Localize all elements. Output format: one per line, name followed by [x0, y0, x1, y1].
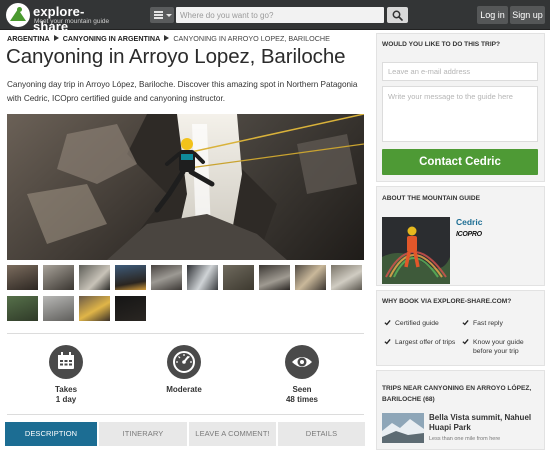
eye-icon — [285, 345, 319, 379]
breadcrumb-link-argentina[interactable]: ARGENTINA — [7, 34, 50, 43]
check-icon — [462, 338, 469, 345]
why-item-largest-offer: Largest offer of trips — [384, 338, 464, 347]
why-item-know-guide: Know your guide before your trip — [462, 338, 542, 356]
tab-itinerary[interactable]: ITINERARY — [99, 422, 187, 446]
nearby-trip-photo[interactable] — [382, 413, 424, 443]
why-item-label: Largest offer of trips — [395, 339, 456, 346]
nearby-trip-distance: Less than one mile from here — [429, 436, 501, 442]
calendar-icon — [49, 345, 83, 379]
duration-label: Takes — [54, 385, 78, 394]
section-divider — [7, 414, 364, 415]
logo-tagline: Meet your mountain guide — [34, 18, 110, 25]
guide-heading: ABOUT THE MOUNTAIN GUIDE — [382, 195, 481, 202]
hamburger-icon — [154, 17, 163, 19]
section-divider — [7, 333, 364, 334]
why-item-certified-guide: Certified guide — [384, 319, 454, 328]
breadcrumb: ARGENTINA CANYONING IN ARGENTINA CANYONING… — [7, 34, 330, 43]
guide-name[interactable]: Cedric — [456, 217, 482, 227]
breadcrumb-link-canyoning-argentina[interactable]: CANYONING IN ARGENTINA — [63, 34, 161, 43]
contact-guide-button[interactable]: Contact Cedric — [382, 149, 538, 175]
guide-photo[interactable] — [382, 217, 450, 284]
tab-description[interactable]: DESCRIPTION — [5, 422, 97, 446]
duration-value: 1 day — [55, 395, 77, 404]
hero-image — [7, 114, 364, 260]
contact-heading: WOULD YOU LIKE TO DO THIS TRIP? — [382, 41, 501, 48]
difficulty-stat: Moderate — [144, 345, 224, 405]
breadcrumb-arrow-icon — [164, 35, 170, 41]
why-book-panel: WHY BOOK VIA EXPLORE-SHARE.COM? Certifie… — [376, 290, 545, 366]
check-icon — [384, 338, 391, 345]
thumbnail[interactable] — [79, 296, 110, 321]
hero-photo[interactable] — [7, 114, 364, 260]
thumbnail[interactable] — [115, 265, 146, 290]
thumbnail[interactable] — [259, 265, 290, 290]
gauge-icon — [167, 345, 201, 379]
icopro-badge: ICOPRO — [456, 231, 482, 238]
nearby-trips-panel: TRIPS NEAR CANYONING EN ARROYO LÓPEZ, BA… — [376, 370, 545, 450]
why-item-fast-reply: Fast reply — [462, 319, 542, 328]
thumbnail[interactable] — [295, 265, 326, 290]
why-book-heading: WHY BOOK VIA EXPLORE-SHARE.COM? — [382, 298, 512, 305]
page-title: Canyoning in Arroyo Lopez, Bariloche — [6, 45, 346, 68]
nearby-trip-name[interactable]: Bella Vista summit, Nahuel Huapi Park — [429, 413, 541, 433]
difficulty-value: Moderate — [166, 385, 202, 394]
search-button[interactable] — [387, 7, 408, 23]
thumbnail[interactable] — [151, 265, 182, 290]
views-label: Seen — [292, 385, 312, 394]
caret-down-icon — [166, 14, 172, 17]
breadcrumb-arrow-icon — [53, 35, 59, 41]
thumbnail[interactable] — [43, 296, 74, 321]
menu-button[interactable] — [150, 7, 174, 23]
guide-panel: ABOUT THE MOUNTAIN GUIDE Cedric ICOPRO — [376, 186, 545, 286]
tab-leave-comment[interactable]: LEAVE A COMMENT! — [189, 422, 276, 446]
nearby-heading: TRIPS NEAR CANYONING EN ARROYO LÓPEZ, BA… — [382, 385, 532, 403]
breadcrumb-current: CANYONING IN ARROYO LOPEZ, BARILOCHE — [173, 34, 330, 43]
contact-panel: WOULD YOU LIKE TO DO THIS TRIP? Contact … — [376, 33, 545, 182]
views-value: 48 times — [285, 395, 319, 404]
check-icon — [384, 319, 391, 326]
why-item-label: Know your guide before your trip — [473, 339, 524, 355]
duration-stat: Takes 1 day — [26, 345, 106, 405]
trip-intro: Canyoning day trip in Arroyo López, Bari… — [7, 80, 358, 103]
search-input[interactable] — [176, 7, 384, 23]
search-icon — [392, 10, 403, 21]
thumbnail[interactable] — [115, 296, 146, 321]
thumbnail[interactable] — [7, 265, 38, 290]
email-field[interactable] — [382, 62, 538, 81]
hamburger-icon — [154, 11, 163, 13]
thumbnail[interactable] — [223, 265, 254, 290]
top-navigation-bar: explore-share Meet your mountain guide L… — [0, 0, 550, 34]
thumbnail[interactable] — [43, 265, 74, 290]
views-stat: Seen 48 times — [262, 345, 342, 405]
hamburger-icon — [154, 14, 163, 16]
thumbnail[interactable] — [79, 265, 110, 290]
why-item-label: Certified guide — [395, 320, 439, 327]
thumbnail[interactable] — [331, 265, 362, 290]
login-button[interactable]: Log in — [477, 6, 508, 24]
tab-details[interactable]: DETAILS — [278, 422, 365, 446]
message-field[interactable] — [382, 86, 538, 142]
signup-button[interactable]: Sign up — [510, 6, 545, 24]
mountain-logo-icon — [6, 3, 30, 27]
thumbnail[interactable] — [187, 265, 218, 290]
why-item-label: Fast reply — [473, 320, 503, 327]
thumbnail[interactable] — [7, 296, 38, 321]
check-icon — [462, 319, 469, 326]
site-logo[interactable]: explore-share Meet your mountain guide — [6, 3, 116, 34]
